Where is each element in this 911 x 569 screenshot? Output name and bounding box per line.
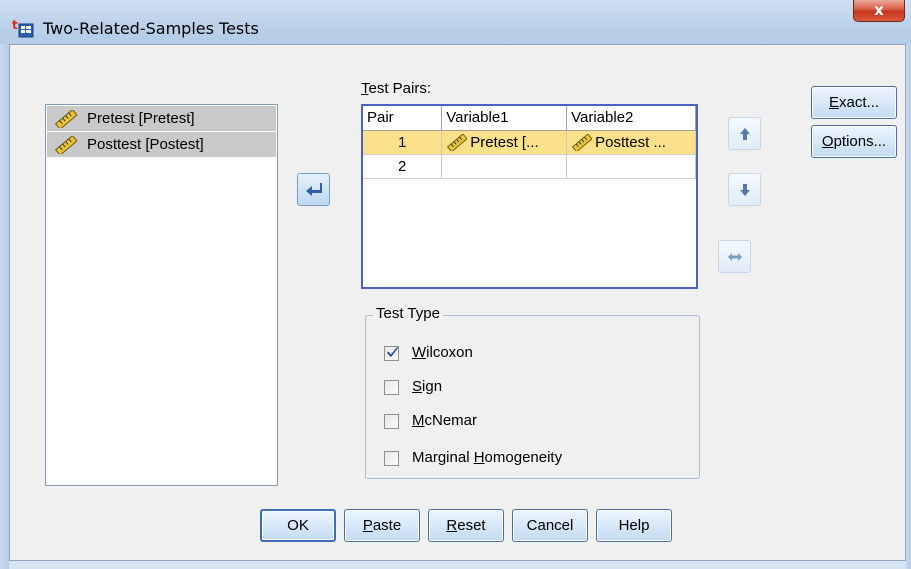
test-type-label: Test Type	[373, 305, 443, 322]
paste-button[interactable]: Paste	[344, 509, 420, 542]
dialog-client-area: Pretest [Pretest] Posttest [Postest] Tes…	[9, 44, 906, 561]
scale-ruler-icon	[55, 136, 77, 154]
checkbox-box[interactable]	[384, 451, 399, 466]
source-variable-item[interactable]: Posttest [Postest]	[47, 132, 276, 157]
test-pairs-table: Pair Variable1 Variable2 1 Pretest [...	[363, 106, 696, 179]
close-icon: x	[874, 1, 884, 19]
window-frame-right	[906, 44, 911, 569]
column-header-variable2: Variable2	[566, 106, 696, 131]
spss-dialog-icon: t	[12, 18, 34, 38]
window-frame-left	[0, 44, 9, 569]
sign-label: Sign	[412, 378, 443, 395]
cancel-button[interactable]: Cancel	[512, 509, 588, 542]
source-variable-label: Pretest [Pretest]	[87, 110, 195, 127]
variable2-value: Posttest ...	[595, 133, 666, 151]
checkbox-box[interactable]	[384, 414, 399, 429]
close-button[interactable]: x	[853, 0, 905, 22]
swap-arrows-icon	[728, 253, 742, 261]
arrow-down-icon	[740, 184, 750, 196]
variable2-cell[interactable]	[566, 154, 696, 179]
title-bar[interactable]: t Two-Related-Samples Tests x	[0, 0, 911, 44]
variable1-cell[interactable]	[441, 154, 568, 179]
swap-variables-button[interactable]	[718, 240, 751, 273]
exact-button[interactable]: Exact...	[811, 86, 897, 119]
source-variable-list[interactable]: Pretest [Pretest] Posttest [Postest]	[45, 104, 278, 486]
source-variable-label: Posttest [Postest]	[87, 136, 204, 153]
source-variable-item[interactable]: Pretest [Pretest]	[47, 106, 276, 131]
scale-ruler-icon	[55, 110, 77, 128]
pair-number-cell[interactable]: 2	[363, 154, 443, 179]
mcnemar-label: McNemar	[412, 412, 478, 429]
checkbox-box[interactable]	[384, 346, 399, 361]
pair-number-cell[interactable]: 1	[363, 130, 443, 155]
table-header-row: Pair Variable1 Variable2	[363, 106, 696, 131]
scale-ruler-icon	[447, 133, 468, 151]
arrow-left-icon	[306, 183, 322, 196]
column-header-variable1: Variable1	[441, 106, 568, 131]
test-pairs-grid[interactable]: Pair Variable1 Variable2 1 Pretest [...	[361, 104, 698, 289]
window-title: Two-Related-Samples Tests	[43, 19, 259, 38]
table-row[interactable]: 1 Pretest [... Posttest ...	[363, 130, 696, 155]
move-up-button[interactable]	[728, 117, 761, 150]
svg-text:t: t	[12, 18, 18, 32]
ok-button[interactable]: OK	[260, 509, 336, 542]
test-pairs-label: Test Pairs:	[361, 80, 432, 97]
variable1-cell[interactable]: Pretest [...	[441, 130, 568, 155]
table-row[interactable]: 2	[363, 154, 696, 179]
wilcoxon-label: Wilcoxon	[412, 344, 473, 361]
help-button[interactable]: Help	[596, 509, 672, 542]
variable1-value: Pretest [...	[470, 133, 539, 151]
variable2-cell[interactable]: Posttest ...	[566, 130, 696, 155]
column-header-pair: Pair	[363, 106, 443, 131]
checkmark-icon	[387, 347, 398, 357]
marginal-homogeneity-label: Marginal Homogeneity	[412, 449, 563, 466]
move-back-button[interactable]	[297, 173, 330, 206]
move-down-button[interactable]	[728, 173, 761, 206]
checkbox-box[interactable]	[384, 380, 399, 395]
reset-button[interactable]: Reset	[428, 509, 504, 542]
scale-ruler-icon	[572, 133, 593, 151]
arrow-up-icon	[740, 128, 750, 140]
options-button[interactable]: Options...	[811, 125, 897, 158]
